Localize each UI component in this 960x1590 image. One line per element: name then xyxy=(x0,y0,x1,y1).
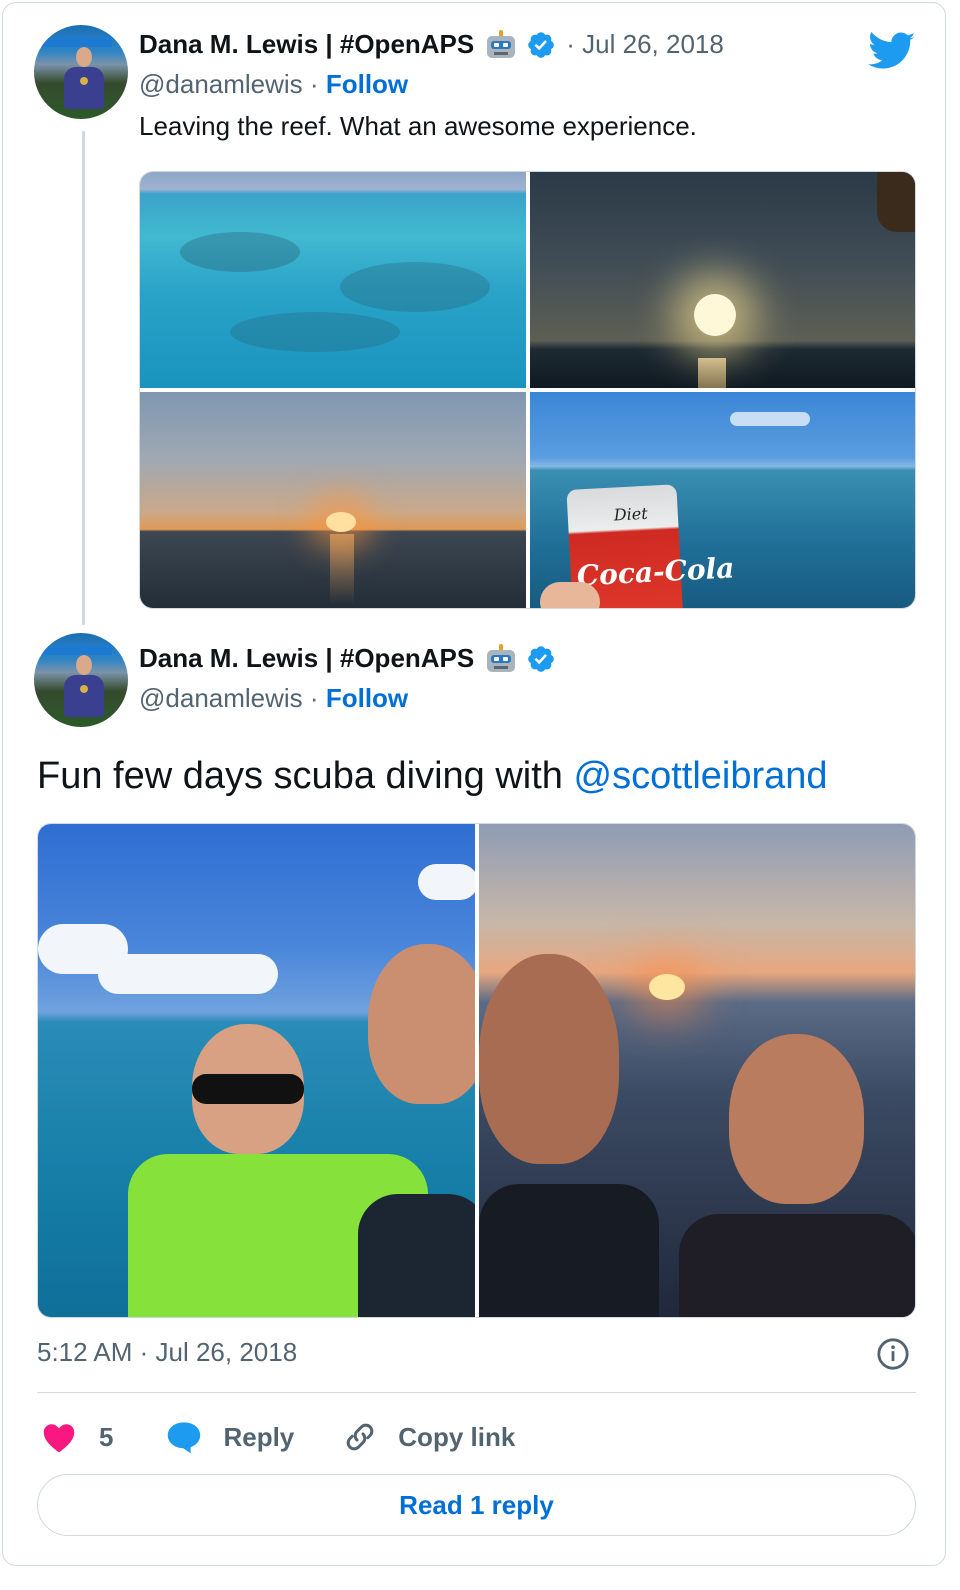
sunglasses xyxy=(192,1074,304,1104)
sunset-water-photo[interactable] xyxy=(140,392,526,608)
handle-row: @danamlewis · Follow xyxy=(139,683,408,714)
author-avatar[interactable] xyxy=(34,25,128,119)
diet-coke-photo[interactable]: Diet Coca-Cola xyxy=(530,392,915,608)
copy-link-button[interactable]: Copy link xyxy=(342,1419,515,1455)
handle-separator: · xyxy=(309,69,319,99)
verified-badge-icon xyxy=(528,31,555,58)
handle-separator: · xyxy=(309,683,319,713)
avatar-banner xyxy=(42,37,112,47)
mention-link[interactable]: @scottleibrand xyxy=(574,755,828,797)
dark-shirt xyxy=(358,1194,475,1317)
can-label-diet: Diet xyxy=(613,503,649,525)
dark-shirt xyxy=(479,1184,659,1317)
robot-emoji-icon xyxy=(484,643,518,674)
author-avatar[interactable] xyxy=(34,633,128,727)
sunset-horizon-photo[interactable] xyxy=(530,172,915,388)
avatar-head xyxy=(76,47,92,67)
handle-row: @danamlewis · Follow xyxy=(139,69,408,100)
date-separator: · xyxy=(566,29,575,59)
read-replies-button[interactable]: Read 1 reply xyxy=(37,1474,916,1536)
photo-grid: Diet Coca-Cola xyxy=(139,171,916,609)
avatar-body xyxy=(64,67,104,109)
verified-badge-icon xyxy=(528,645,555,672)
robot-emoji-icon xyxy=(484,29,518,60)
tweet-embed-card: Dana M. Lewis | #OpenAPS · Jul 26, 2018 … xyxy=(2,2,946,1566)
author-handle[interactable]: @danamlewis xyxy=(139,683,303,713)
avatar-body xyxy=(64,675,104,717)
thread-connector xyxy=(82,131,85,625)
info-icon[interactable] xyxy=(876,1337,910,1371)
date-text[interactable]: Jul 26, 2018 xyxy=(582,29,724,59)
reef-photo[interactable] xyxy=(140,172,526,388)
author-handle[interactable]: @danamlewis xyxy=(139,69,303,99)
can-label-brand: Coca-Cola xyxy=(576,551,736,593)
like-count: 5 xyxy=(99,1421,114,1452)
follow-button[interactable]: Follow xyxy=(326,69,408,99)
avatar-medal xyxy=(80,77,88,85)
reply-label: Reply xyxy=(223,1421,295,1452)
person-face xyxy=(479,954,619,1164)
author-name[interactable]: Dana M. Lewis | #OpenAPS xyxy=(139,643,474,674)
dark-shirt xyxy=(679,1214,915,1317)
hand xyxy=(540,582,600,608)
tweet-date[interactable]: · Jul 26, 2018 xyxy=(566,29,724,60)
daytime-selfie-photo[interactable] xyxy=(38,824,475,1317)
speech-bubble-icon xyxy=(168,1422,201,1454)
author-name-row[interactable]: Dana M. Lewis | #OpenAPS xyxy=(139,643,556,674)
tweet-timestamp[interactable]: 5:12 AM · Jul 26, 2018 xyxy=(37,1337,297,1368)
person-face xyxy=(729,1034,864,1204)
twitter-bird-icon[interactable] xyxy=(868,31,916,73)
sunset-selfie-photo[interactable] xyxy=(479,824,915,1317)
divider xyxy=(37,1392,916,1393)
author-name-row[interactable]: Dana M. Lewis | #OpenAPS · Jul 26, 2018 xyxy=(139,29,724,60)
tweet-text-body: Fun few days scuba diving with xyxy=(37,755,574,797)
photo-grid xyxy=(37,823,916,1318)
follow-button[interactable]: Follow xyxy=(326,683,408,713)
action-bar: 5 Reply Copy link xyxy=(41,1415,515,1459)
like-button[interactable]: 5 xyxy=(41,1421,113,1453)
reply-button[interactable]: Reply xyxy=(165,1420,294,1454)
tweet-text: Leaving the reef. What an awesome experi… xyxy=(139,111,697,141)
heart-icon xyxy=(43,1424,75,1453)
avatar-head xyxy=(76,655,92,675)
copy-link-label: Copy link xyxy=(398,1421,516,1452)
author-name[interactable]: Dana M. Lewis | #OpenAPS xyxy=(139,29,474,60)
avatar-banner xyxy=(42,645,112,655)
link-icon xyxy=(347,1423,374,1451)
person-face xyxy=(368,944,475,1104)
tweet-text: Fun few days scuba diving with @scottlei… xyxy=(37,755,828,798)
avatar-medal xyxy=(80,685,88,693)
